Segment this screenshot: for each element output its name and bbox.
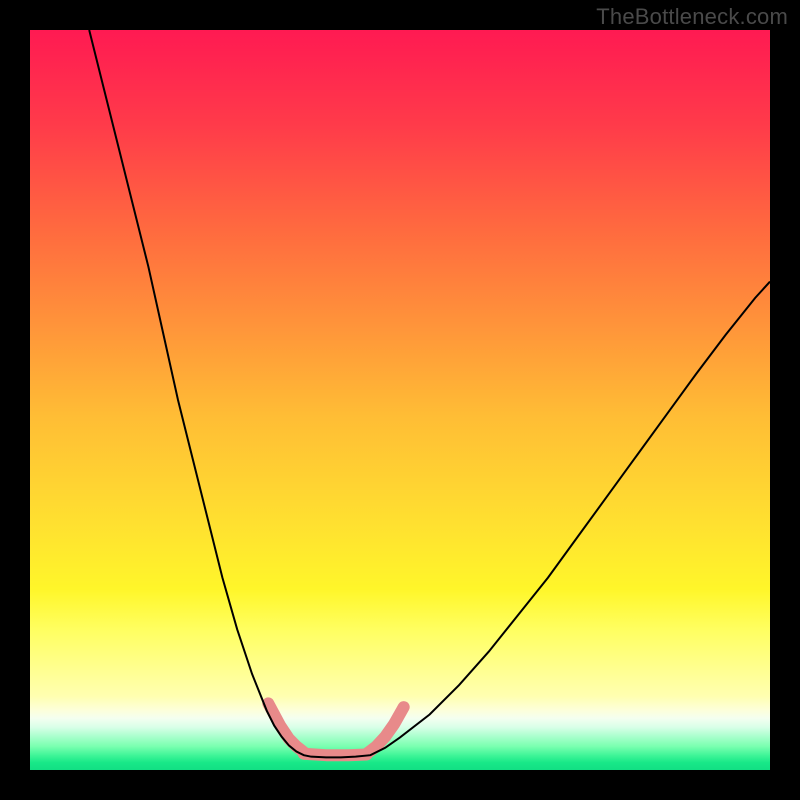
chart-plot-area	[30, 30, 770, 770]
watermark-text: TheBottleneck.com	[596, 4, 788, 30]
chart-svg	[30, 30, 770, 770]
trough-highlight	[268, 703, 403, 755]
highlight-bottom-segment	[304, 754, 367, 755]
bottleneck-curve	[89, 30, 770, 757]
highlight-left-segment	[268, 703, 304, 752]
